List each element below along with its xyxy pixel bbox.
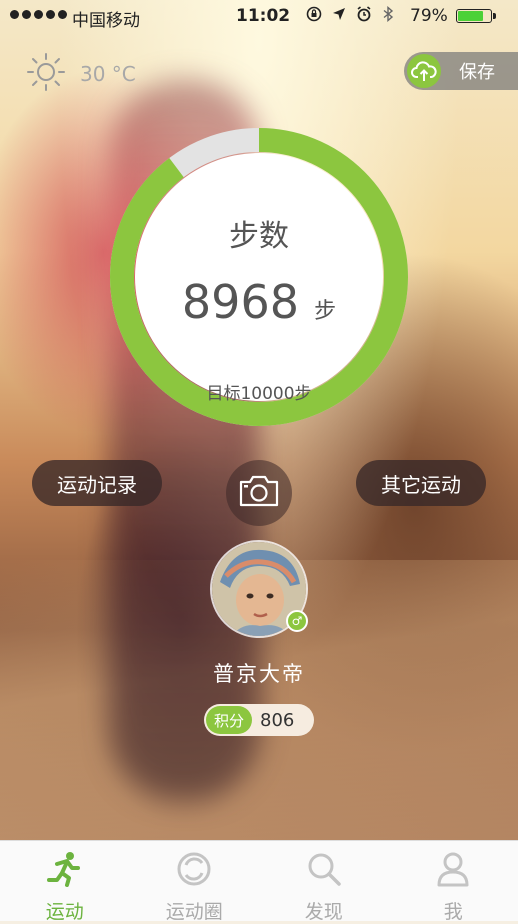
search-icon bbox=[306, 851, 342, 891]
sun-icon bbox=[26, 52, 66, 96]
bluetooth-icon bbox=[382, 6, 394, 26]
status-time: 11:02 bbox=[236, 6, 290, 26]
carrier-name: 中国移动 bbox=[72, 6, 140, 31]
steps-title: 步数 bbox=[135, 211, 383, 255]
steps-value: 8968 bbox=[182, 275, 299, 329]
camera-icon bbox=[238, 474, 280, 512]
save-button[interactable]: 保存 bbox=[404, 52, 518, 90]
runner-icon bbox=[45, 851, 85, 891]
cloud-upload-icon bbox=[407, 54, 441, 88]
points-value: 806 bbox=[260, 710, 294, 731]
rotation-lock-icon bbox=[306, 6, 322, 26]
points-badge[interactable]: 积分 806 bbox=[204, 704, 314, 736]
exercise-record-label: 运动记录 bbox=[57, 469, 137, 498]
circle-icon bbox=[176, 851, 212, 891]
save-label: 保存 bbox=[459, 58, 495, 84]
weather-widget: 30 °C bbox=[26, 52, 136, 96]
status-bar: 中国移动 11:02 79% bbox=[0, 0, 518, 34]
other-exercise-label: 其它运动 bbox=[381, 469, 461, 498]
tab-me[interactable]: 我 bbox=[389, 841, 518, 921]
gender-male-badge: ♂ bbox=[286, 610, 308, 632]
location-arrow-icon bbox=[332, 7, 346, 25]
other-exercise-button[interactable]: 其它运动 bbox=[356, 460, 486, 506]
tab-bar: 运动 运动圈 发现 我 bbox=[0, 840, 518, 921]
step-progress-ring[interactable]: 步数 8968 步 目标10000步 bbox=[110, 128, 408, 426]
exercise-record-button[interactable]: 运动记录 bbox=[32, 460, 162, 506]
tab-discover[interactable]: 发现 bbox=[259, 841, 389, 921]
battery-percent: 79% bbox=[410, 6, 448, 26]
tab-exercise-circle[interactable]: 运动圈 bbox=[130, 841, 260, 921]
ring-center: 步数 8968 步 目标10000步 bbox=[135, 153, 383, 401]
battery-fill bbox=[458, 11, 483, 21]
alarm-icon bbox=[356, 6, 372, 26]
points-label: 积分 bbox=[206, 706, 252, 734]
gender-symbol: ♂ bbox=[292, 614, 303, 628]
temperature-label: 30 °C bbox=[80, 62, 136, 86]
steps-target: 目标10000步 bbox=[135, 379, 383, 404]
steps-unit: 步 bbox=[314, 299, 336, 324]
username: 普京大帝 bbox=[0, 658, 518, 688]
person-icon bbox=[435, 851, 471, 891]
avatar-container[interactable]: ♂ bbox=[210, 540, 308, 638]
signal-icon bbox=[10, 10, 67, 19]
camera-button[interactable] bbox=[226, 460, 292, 526]
battery-icon bbox=[456, 9, 492, 23]
tab-exercise[interactable]: 运动 bbox=[0, 841, 130, 921]
